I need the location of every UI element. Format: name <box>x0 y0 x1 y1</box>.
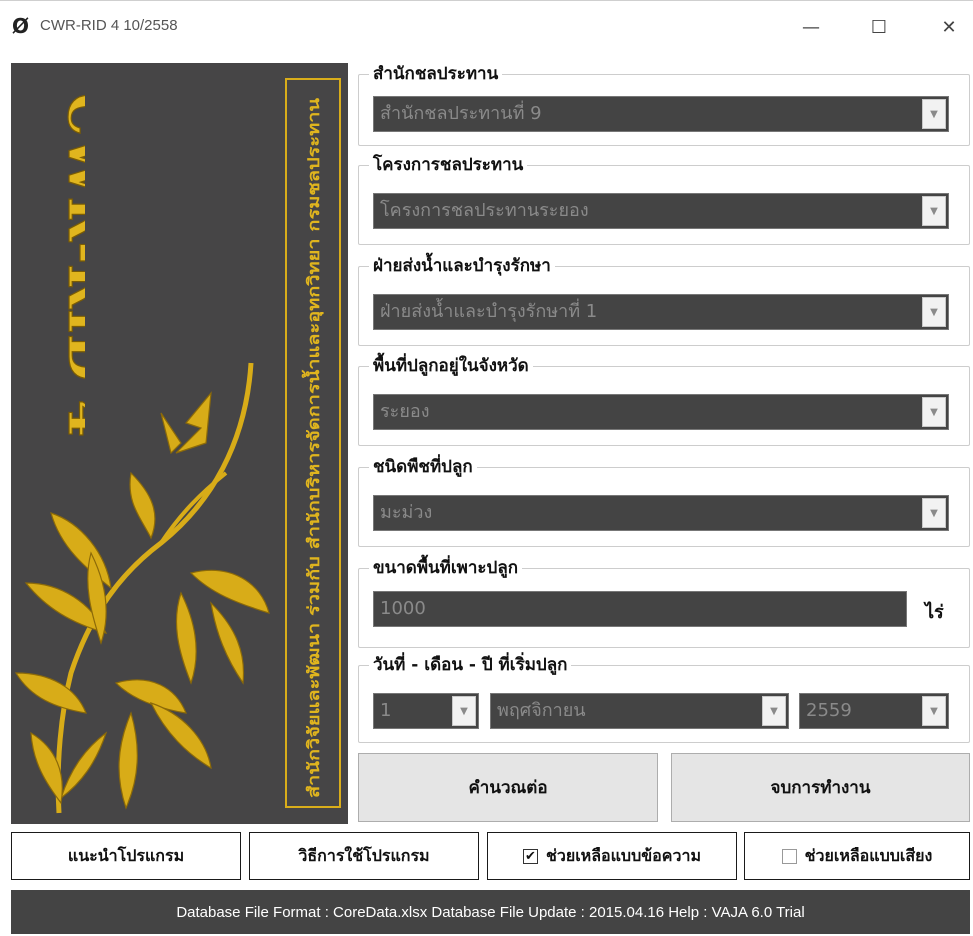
chevron-down-icon[interactable]: ▼ <box>922 696 946 726</box>
division-label: ฝ่ายส่งน้ำและบำรุงรักษา <box>369 254 555 278</box>
voice-help-toggle[interactable]: ช่วยเหลือแบบเสียง <box>744 832 970 880</box>
date-label: วันที่ - เดือน - ปี ที่เริ่มปลูก <box>369 653 572 677</box>
division-value: ฝ่ายส่งน้ำและบำรุงรักษาที่ 1 <box>380 301 598 322</box>
chevron-down-icon[interactable]: ▼ <box>922 297 946 327</box>
flower-decoration <box>14 362 270 814</box>
office-group: สำนักชลประทาน สำนักชลประทานที่ 9 ▼ <box>358 62 970 146</box>
area-group: ขนาดพื้นที่เพาะปลูก 1000 ไร่ <box>358 556 970 648</box>
area-label: ขนาดพื้นที่เพาะปลูก <box>369 556 523 580</box>
chevron-down-icon[interactable]: ▼ <box>762 696 786 726</box>
minimize-icon[interactable]: — <box>788 9 834 45</box>
exit-button[interactable]: จบการทำงาน <box>671 753 970 822</box>
checkbox-empty-icon[interactable] <box>781 848 797 864</box>
crop-label: ชนิดพืชที่ปลูก <box>369 455 477 479</box>
year-value: 2559 <box>806 700 852 721</box>
chevron-down-icon[interactable]: ▼ <box>922 397 946 427</box>
day-value: 1 <box>380 700 392 721</box>
banner-subtitle-frame: สำนักวิจัยและพัฒนา ร่วมกับ สำนักบริหารจั… <box>285 78 341 808</box>
area-input[interactable]: 1000 <box>373 591 907 627</box>
svg-text:สำนักวิจัยและพัฒนา ร่วมกับ สำน: สำนักวิจัยและพัฒนา ร่วมกับ สำนักบริหารจั… <box>301 98 324 798</box>
program-banner: CWR-RID 4 สำนักวิจัยและพัฒนา ร่วมกับ สำน… <box>11 63 348 824</box>
province-group: พื้นที่ปลูกอยู่ในจังหวัด ระยอง ▼ <box>358 354 970 446</box>
office-label: สำนักชลประทาน <box>369 62 503 86</box>
howto-button[interactable]: วิธีการใช้โปรแกรม <box>249 832 479 880</box>
chevron-down-icon[interactable]: ▼ <box>452 696 476 726</box>
division-combo[interactable]: ฝ่ายส่งน้ำและบำรุงรักษาที่ 1 ▼ <box>373 294 949 330</box>
province-label: พื้นที่ปลูกอยู่ในจังหวัด <box>369 354 533 378</box>
month-value: พฤศจิกายน <box>497 700 586 721</box>
chevron-down-icon[interactable]: ▼ <box>922 99 946 129</box>
crop-group: ชนิดพืชที่ปลูก มะม่วง ▼ <box>358 455 970 547</box>
project-value: โครงการชลประทานระยอง <box>380 200 589 221</box>
status-bar: Database File Format : CoreData.xlsx Dat… <box>11 890 970 934</box>
text-help-toggle[interactable]: ✔ ช่วยเหลือแบบข้อความ <box>487 832 737 880</box>
year-combo[interactable]: 2559 ▼ <box>799 693 949 729</box>
project-label: โครงการชลประทาน <box>369 153 528 177</box>
checkbox-checked-icon[interactable]: ✔ <box>522 848 538 864</box>
maximize-icon[interactable]: ☐ <box>856 9 902 45</box>
chevron-down-icon[interactable]: ▼ <box>922 498 946 528</box>
province-combo[interactable]: ระยอง ▼ <box>373 394 949 430</box>
intro-button[interactable]: แนะนำโปรแกรม <box>11 832 241 880</box>
close-icon[interactable]: ✕ <box>926 9 972 45</box>
area-unit: ไร่ <box>925 602 944 623</box>
text-help-label: ช่วยเหลือแบบข้อความ <box>545 845 702 865</box>
province-value: ระยอง <box>380 401 430 422</box>
crop-combo[interactable]: มะม่วง ▼ <box>373 495 949 531</box>
leaf-slash-icon: Ø <box>12 14 30 38</box>
chevron-down-icon[interactable]: ▼ <box>922 196 946 226</box>
title-bar: Ø CWR-RID 4 10/2558 — ☐ ✕ <box>0 0 973 52</box>
date-group: วันที่ - เดือน - ปี ที่เริ่มปลูก 1 ▼ พฤศ… <box>358 653 970 743</box>
area-value: 1000 <box>380 598 426 619</box>
banner-subtitle: สำนักวิจัยและพัฒนา ร่วมกับ สำนักบริหารจั… <box>301 98 324 798</box>
project-combo[interactable]: โครงการชลประทานระยอง ▼ <box>373 193 949 229</box>
window-title: CWR-RID 4 10/2558 <box>40 17 178 34</box>
crop-value: มะม่วง <box>380 502 433 523</box>
project-group: โครงการชลประทาน โครงการชลประทานระยอง ▼ <box>358 153 970 245</box>
day-combo[interactable]: 1 ▼ <box>373 693 479 729</box>
month-combo[interactable]: พฤศจิกายน ▼ <box>490 693 789 729</box>
voice-help-label: ช่วยเหลือแบบเสียง <box>804 845 933 865</box>
division-group: ฝ่ายส่งน้ำและบำรุงรักษา ฝ่ายส่งน้ำและบำร… <box>358 254 970 346</box>
office-combo[interactable]: สำนักชลประทานที่ 9 ▼ <box>373 96 949 132</box>
calculate-button[interactable]: คำนวณต่อ <box>358 753 658 822</box>
office-value: สำนักชลประทานที่ 9 <box>380 103 542 124</box>
